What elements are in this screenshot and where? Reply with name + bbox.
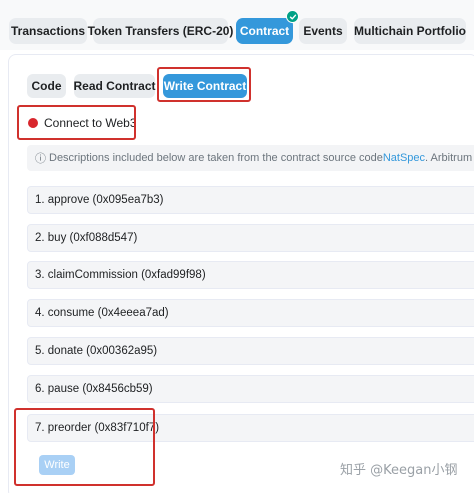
info-circle-icon: ⓘ (35, 153, 46, 165)
natspec-info-notice: ⓘ Descriptions included below are taken … (27, 145, 474, 171)
function-claim-commission[interactable]: 3. claimCommission (0xfad99f98) (27, 261, 474, 289)
function-approve[interactable]: 1. approve (0x095ea7b3) (27, 186, 474, 214)
info-text: Descriptions included below are taken fr… (49, 152, 383, 164)
tab-contract[interactable]: Contract (236, 18, 293, 44)
watermark: 知乎 @Keegan小钢 (340, 463, 458, 478)
info-text-tail: . Arbitrum One do (425, 152, 474, 164)
subtab-code[interactable]: Code (27, 74, 66, 98)
check-circle-icon (286, 10, 299, 23)
highlight-box-write-contract (157, 67, 251, 102)
natspec-link[interactable]: NatSpec (383, 152, 425, 164)
function-pause[interactable]: 6. pause (0x8456cb59) (27, 375, 474, 403)
function-buy[interactable]: 2. buy (0xf088d547) (27, 224, 474, 252)
tab-multichain-portfolio[interactable]: Multichain Portfolio (354, 18, 466, 44)
tab-events[interactable]: Events (299, 18, 347, 44)
tab-token-transfers[interactable]: Token Transfers (ERC-20) (88, 18, 233, 44)
highlight-box-connect (17, 105, 136, 140)
subtab-read-contract[interactable]: Read Contract (74, 74, 156, 98)
function-consume[interactable]: 4. consume (0x4eeea7ad) (27, 299, 474, 327)
function-donate[interactable]: 5. donate (0x00362a95) (27, 337, 474, 365)
contract-tabs-bar: Transactions Token Transfers (ERC-20) Co… (0, 0, 474, 50)
tab-transactions[interactable]: Transactions (9, 18, 87, 44)
highlight-box-preorder (14, 408, 155, 486)
